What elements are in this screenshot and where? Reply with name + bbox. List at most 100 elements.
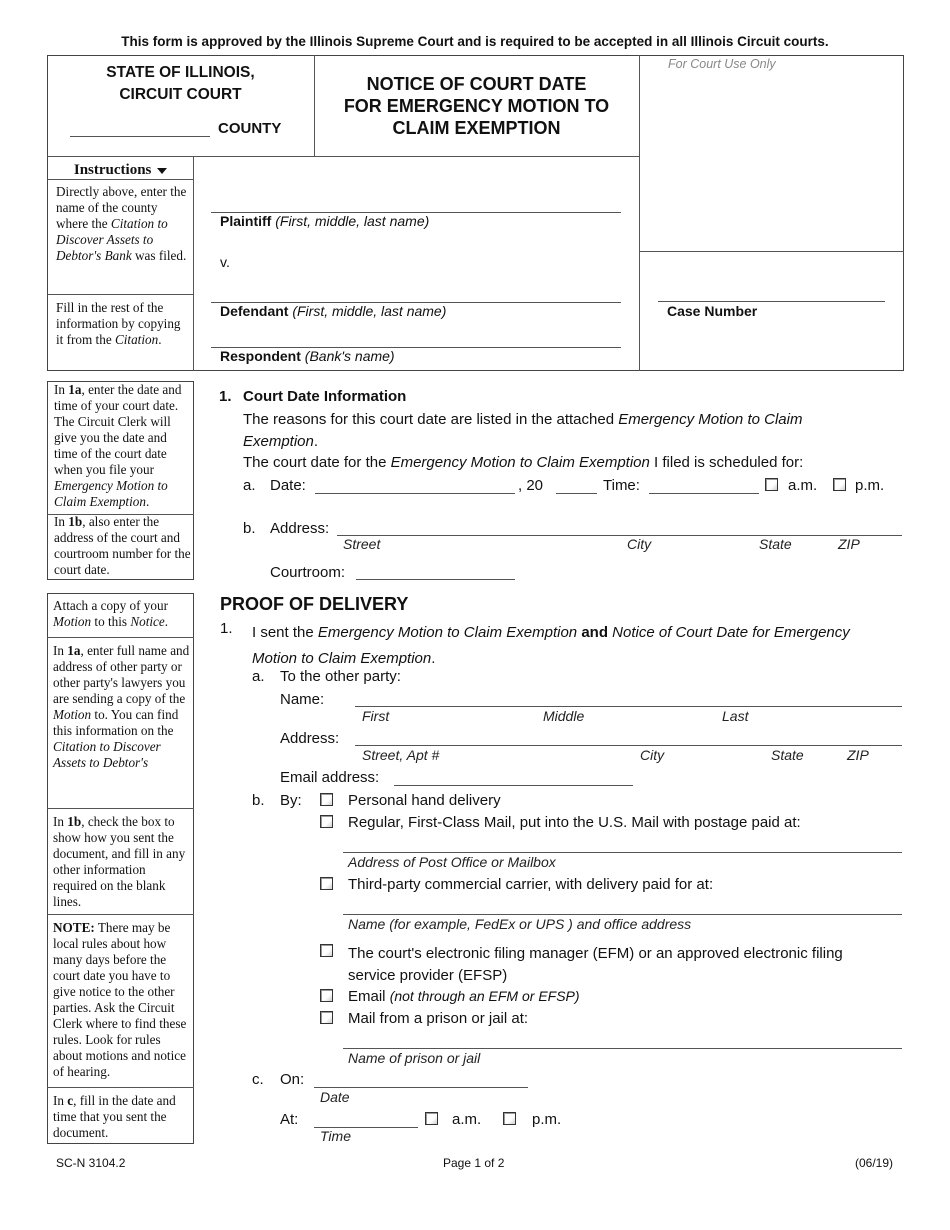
pm-checkbox[interactable]: [833, 478, 846, 491]
divider: [193, 156, 194, 371]
commercial-carrier-label: Third-party commercial carrier, with del…: [348, 876, 714, 893]
instruction-proof-1a: In 1a, enter full name and address of ot…: [53, 643, 190, 770]
court-date-scheduled: The court date for the Emergency Motion …: [243, 454, 804, 471]
middle-hint: Middle: [543, 708, 585, 724]
section-number: 1.: [220, 620, 233, 637]
city-hint: City: [640, 747, 665, 763]
item-letter: a.: [243, 477, 256, 494]
court-use-only-label: For Court Use Only: [668, 57, 776, 71]
case-number-label: Case Number: [667, 303, 758, 319]
post-office-hint: Address of Post Office or Mailbox: [348, 854, 556, 870]
sent-date-input[interactable]: [314, 1070, 528, 1088]
prison-name-input[interactable]: [343, 1031, 902, 1049]
to-other-party-label: To the other party:: [280, 668, 401, 685]
instruction-court-1a: In 1a, enter the date and time of your c…: [54, 382, 182, 509]
by-label: By:: [280, 792, 302, 809]
divider: [639, 251, 904, 252]
on-label: On:: [280, 1071, 305, 1088]
divider: [47, 914, 194, 915]
first-class-mail-label: Regular, First-Class Mail, put into the …: [348, 814, 801, 831]
carrier-hint: Name (for example, FedEx or UPS ) and of…: [348, 916, 692, 932]
circuit-court-line: CIRCUIT COURT: [119, 86, 242, 103]
item-letter: a.: [252, 668, 265, 685]
sent-time-input[interactable]: [314, 1110, 418, 1128]
instruction-proof-1b: In 1b, check the box to show how you sen…: [53, 814, 186, 909]
city-hint: City: [627, 536, 652, 552]
instructions-label: Instructions: [73, 162, 152, 178]
prison-mail-checkbox[interactable]: [320, 1011, 333, 1024]
party-email-input[interactable]: [394, 768, 633, 786]
street-hint: Street: [343, 536, 381, 552]
item-letter: b.: [243, 520, 256, 537]
at-label: At:: [280, 1111, 299, 1128]
first-class-mail-checkbox[interactable]: [320, 815, 333, 828]
sent-am-checkbox[interactable]: [425, 1112, 438, 1125]
court-address-input[interactable]: [337, 518, 902, 536]
court-time-input[interactable]: [649, 476, 759, 494]
caret-down-icon: [157, 167, 168, 174]
court-date-heading: Court Date Information: [243, 388, 407, 405]
page-number: Page 1 of 2: [443, 1156, 505, 1170]
state-hint: State: [771, 747, 804, 763]
court-heading: STATE OF ILLINOIS, CIRCUIT COURT: [47, 62, 314, 106]
divider: [47, 808, 194, 809]
am-label: a.m.: [452, 1111, 482, 1128]
first-hint: First: [362, 708, 390, 724]
date-hint: Date: [320, 1089, 350, 1105]
sent-pm-checkbox[interactable]: [503, 1112, 516, 1125]
county-input[interactable]: [70, 119, 210, 137]
prison-hint: Name of prison or jail: [348, 1050, 481, 1066]
instruction-court-1b: In 1b, also enter the address of the cou…: [54, 514, 191, 577]
divider: [47, 637, 194, 638]
year-prefix: , 20: [518, 477, 544, 494]
title-line: NOTICE OF COURT DATE: [366, 74, 587, 94]
commercial-carrier-checkbox[interactable]: [320, 877, 333, 890]
street-apt-hint: Street, Apt #: [362, 747, 440, 763]
plaintiff-label: Plaintiff (First, middle, last name): [220, 213, 430, 229]
courtroom-label: Courtroom:: [270, 564, 346, 581]
time-hint: Time: [320, 1128, 351, 1144]
party-address-input[interactable]: [355, 728, 902, 746]
form-title: NOTICE OF COURT DATE FOR EMERGENCY MOTIO…: [314, 73, 639, 139]
personal-delivery-checkbox[interactable]: [320, 793, 333, 806]
instructions-toggle[interactable]: Instructions: [47, 162, 194, 179]
state-hint: State: [759, 536, 792, 552]
email-label: Email address:: [280, 769, 380, 786]
divider: [47, 156, 640, 157]
court-year-input[interactable]: [556, 476, 597, 494]
form-code: SC-N 3104.2: [56, 1156, 126, 1170]
party-name-input[interactable]: [355, 689, 902, 707]
plaintiff-input[interactable]: [211, 193, 621, 213]
respondent-input[interactable]: [211, 328, 621, 348]
am-label: a.m.: [788, 477, 818, 494]
efm-label: The court's electronic filing manager (E…: [348, 945, 843, 984]
defendant-input[interactable]: [211, 283, 621, 303]
courtroom-input[interactable]: [356, 562, 515, 580]
efm-checkbox[interactable]: [320, 944, 333, 957]
email-method-label: Email (not through an EFM or EFSP): [348, 988, 580, 1005]
title-line: CLAIM EXEMPTION: [392, 118, 561, 138]
proof-heading: PROOF OF DELIVERY: [220, 594, 409, 614]
zip-hint: ZIP: [838, 536, 860, 552]
item-letter: c.: [252, 1071, 264, 1088]
personal-delivery-label: Personal hand delivery: [348, 792, 501, 809]
post-office-input[interactable]: [343, 835, 902, 853]
state-line: STATE OF ILLINOIS,: [106, 64, 255, 81]
email-checkbox[interactable]: [320, 989, 333, 1002]
county-label: COUNTY: [218, 120, 282, 137]
instruction-proof-c: In c, fill in the date and time that you…: [53, 1093, 176, 1140]
instruction-note: NOTE: There may be local rules about how…: [53, 920, 187, 1079]
instruction-county: Directly above, enter the name of the co…: [56, 184, 187, 263]
am-checkbox[interactable]: [765, 478, 778, 491]
versus-label: v.: [220, 254, 230, 270]
divider: [639, 55, 640, 371]
court-date-input[interactable]: [315, 476, 515, 494]
instruction-attach: Attach a copy of your Motion to this Not…: [53, 598, 169, 629]
respondent-label: Respondent (Bank's name): [220, 348, 395, 364]
prison-mail-label: Mail from a prison or jail at:: [348, 1010, 529, 1027]
time-label: Time:: [603, 477, 640, 494]
carrier-input[interactable]: [343, 897, 902, 915]
section-number: 1.: [219, 388, 232, 405]
case-number-input[interactable]: [658, 282, 885, 302]
date-label: Date:: [270, 477, 306, 494]
